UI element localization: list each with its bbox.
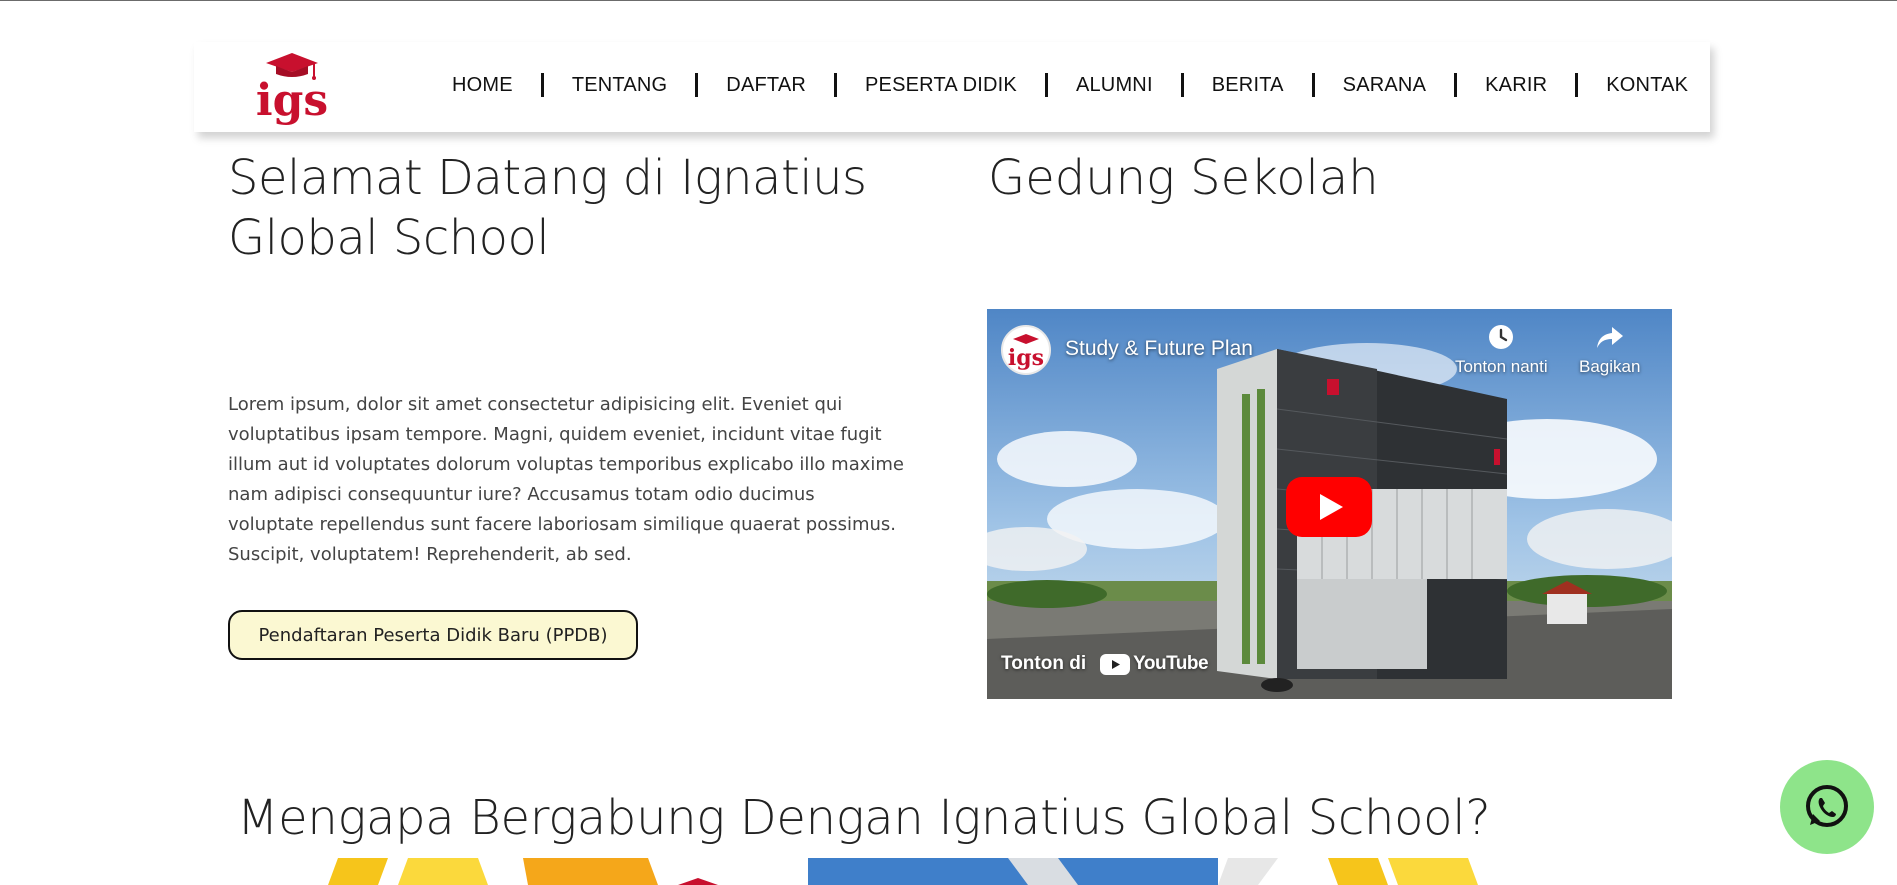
- svg-text:igs: igs: [1008, 345, 1044, 371]
- nav-sarana[interactable]: SARANA: [1343, 74, 1426, 97]
- feature-images-strip: [228, 858, 1668, 885]
- nav-separator: [834, 73, 838, 97]
- video-title[interactable]: Study & Future Plan: [1065, 337, 1253, 361]
- play-icon[interactable]: [1286, 477, 1372, 537]
- nav-separator: [1180, 73, 1184, 97]
- watch-later-button[interactable]: Tonton nanti: [1455, 323, 1548, 377]
- watch-on-label: Tonton di: [1001, 653, 1087, 674]
- nav-separator: [1454, 73, 1458, 97]
- building-title: Gedung Sekolah: [988, 150, 1379, 206]
- watch-on-youtube[interactable]: Tonton di YouTube: [1001, 653, 1209, 675]
- welcome-title: Selamat Datang di Ignatius Global School: [228, 150, 867, 266]
- why-join-title: Mengapa Bergabung Dengan Ignatius Global…: [237, 790, 1491, 846]
- nav-berita[interactable]: BERITA: [1212, 74, 1284, 97]
- nav-separator: [1311, 73, 1315, 97]
- top-border: [0, 0, 1897, 1]
- navbar: igs HOME TENTANG DAFTAR PESERTA DIDIK ALUMNI…: [194, 42, 1710, 132]
- nav-peserta-didik[interactable]: PESERTA DIDIK: [865, 74, 1017, 97]
- nav-separator: [540, 73, 544, 97]
- nav-kontak[interactable]: KONTAK: [1606, 74, 1688, 97]
- clock-icon: [1489, 325, 1514, 349]
- nav-karir[interactable]: KARIR: [1485, 74, 1547, 97]
- ppdb-button[interactable]: Pendaftaran Peserta Didik Baru (PPDB): [228, 610, 638, 660]
- youtube-logo: YouTube: [1100, 653, 1209, 675]
- whatsapp-icon: [1806, 785, 1848, 827]
- whatsapp-button[interactable]: [1780, 760, 1874, 854]
- nav-separator: [1575, 73, 1579, 97]
- nav-alumni[interactable]: ALUMNI: [1076, 74, 1153, 97]
- watch-later-label: Tonton nanti: [1455, 357, 1548, 376]
- share-button[interactable]: Bagikan: [1579, 323, 1640, 377]
- nav-home[interactable]: HOME: [452, 74, 513, 97]
- nav-separator: [1044, 73, 1048, 97]
- main-nav: HOME TENTANG DAFTAR PESERTA DIDIK ALUMNI BERI…: [452, 70, 1688, 100]
- svg-text:igs: igs: [256, 75, 328, 126]
- youtube-icon: [1100, 653, 1131, 675]
- nav-tentang[interactable]: TENTANG: [572, 74, 667, 97]
- welcome-body: Lorem ipsum, dolor sit amet consectetur …: [228, 394, 904, 565]
- igs-logo[interactable]: igs: [252, 47, 332, 127]
- share-icon: [1596, 327, 1623, 348]
- nav-separator: [695, 73, 699, 97]
- youtube-wordmark: YouTube: [1133, 653, 1209, 674]
- share-label: Bagikan: [1579, 357, 1641, 376]
- nav-daftar[interactable]: DAFTAR: [726, 74, 806, 97]
- video-player[interactable]: igs Study & Future Plan Tonton nanti Bag…: [987, 309, 1672, 699]
- channel-logo[interactable]: igs: [1001, 325, 1051, 375]
